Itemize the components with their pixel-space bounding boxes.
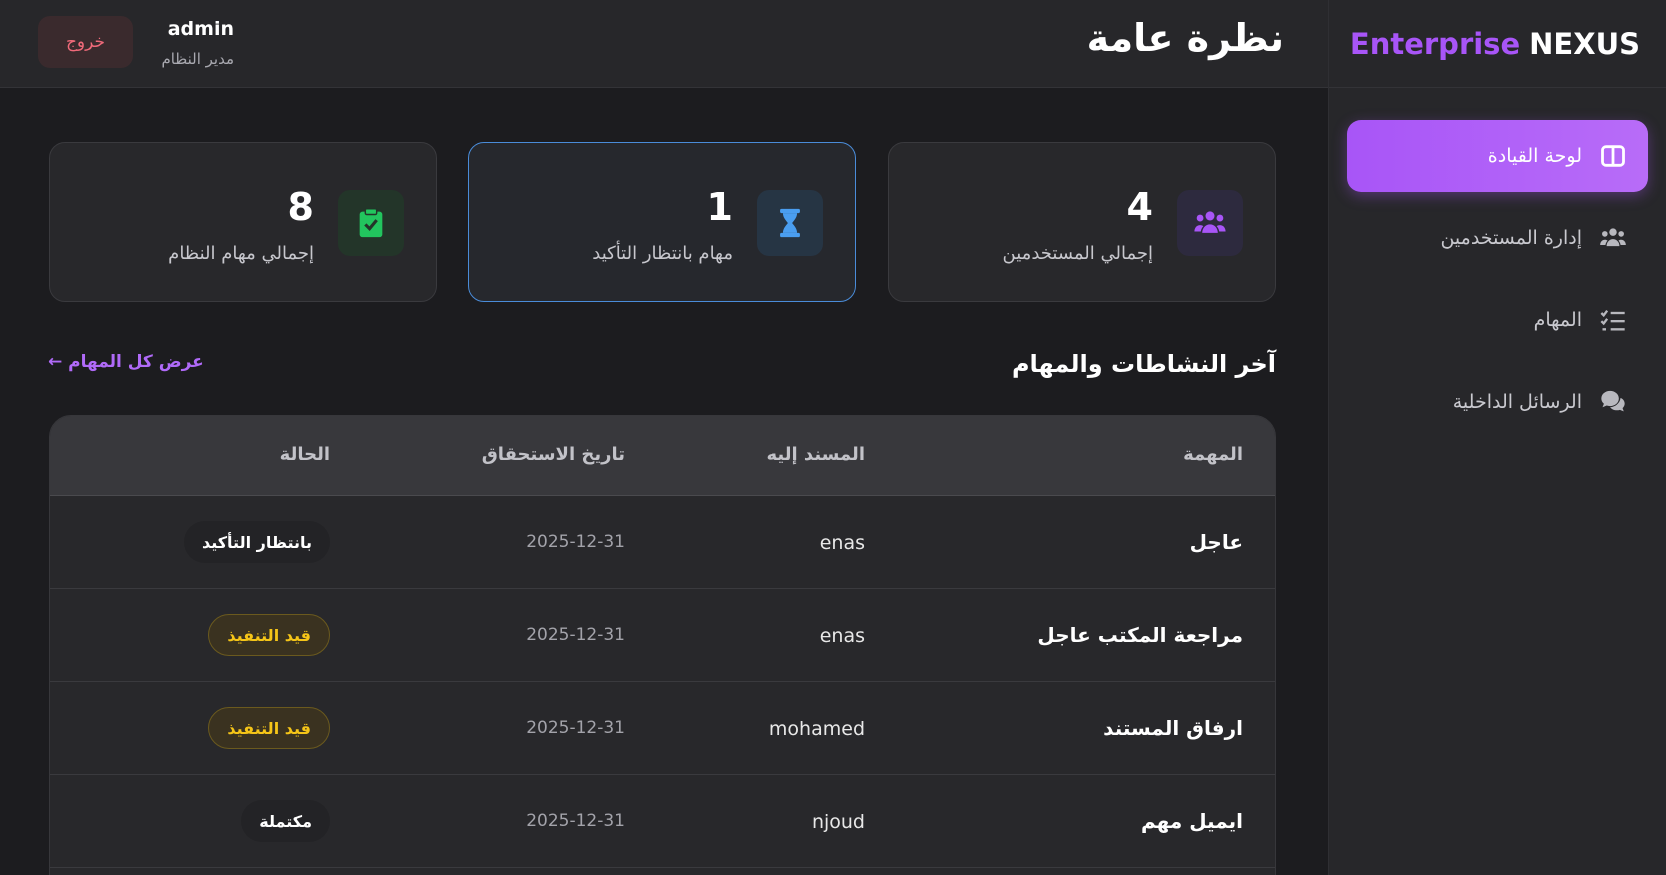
table-header: المهمة المسند إليه تاريخ الاستحقاق الحال…	[50, 416, 1275, 496]
task-name: مراجعة المكتب عاجل	[1037, 623, 1243, 647]
user-name: admin	[167, 18, 234, 40]
sidebar-item-users[interactable]: إدارة المستخدمين	[1347, 202, 1648, 274]
stat-card-pending[interactable]: 1 مهام بانتظار التأكيد	[468, 142, 856, 302]
stat-label: إجمالي مهام النظام	[168, 243, 314, 264]
table-row[interactable]: ارفاق المستند mohamed 2025-12-31 قيد الت…	[50, 682, 1275, 775]
table-row[interactable]: مراجعة المكتب عاجل enas 2025-12-31 قيد ا…	[50, 589, 1275, 682]
section-title: آخر النشاطات والمهام	[1011, 350, 1276, 378]
task-assignee: njoud	[811, 811, 865, 833]
task-due-date: 2025-12-31	[526, 718, 625, 738]
top-header: نظرة عامة خروج admin مدير النظام	[0, 0, 1328, 88]
stat-card-total-tasks[interactable]: 8 إجمالي مهام النظام	[49, 142, 437, 302]
column-header-task[interactable]: المهمة	[1183, 444, 1243, 465]
sidebar-item-label: الرسائل الداخلية	[1452, 391, 1582, 413]
sidebar-item-label: لوحة القيادة	[1487, 145, 1582, 167]
sidebar-nav: لوحة القيادة إدارة المستخدمين المهام الر…	[1329, 88, 1666, 438]
sidebar-item-messages[interactable]: الرسائل الداخلية	[1347, 366, 1648, 438]
stat-value: 8	[287, 185, 314, 229]
task-assignee: enas	[819, 625, 865, 647]
stat-label: إجمالي المستخدمين	[1002, 243, 1153, 264]
column-header-status[interactable]: الحالة	[280, 444, 330, 465]
tasks-list-icon	[1598, 305, 1628, 335]
table-row[interactable]: عاجل enas 2025-12-31 بانتظار التأكيد	[50, 496, 1275, 589]
user-role: مدير النظام	[161, 50, 234, 68]
column-header-assignee[interactable]: المسند إليه	[766, 444, 865, 465]
task-due-date: 2025-12-31	[526, 532, 625, 552]
task-assignee: enas	[819, 532, 865, 554]
table-row[interactable]: ايميل مهم njoud 2025-12-31 مكتملة	[50, 775, 1275, 868]
task-due-date: 2025-12-31	[526, 811, 625, 831]
stat-value: 4	[1126, 185, 1153, 229]
view-all-tasks-link[interactable]: ← عرض كل المهام	[48, 352, 204, 372]
status-badge: قيد التنفيذ	[208, 707, 330, 749]
stat-card-users[interactable]: 4 إجمالي المستخدمين	[888, 142, 1276, 302]
sidebar: Enterprise NEXUS لوحة القيادة إدارة المس…	[1328, 0, 1666, 875]
sidebar-item-label: المهام	[1533, 309, 1582, 331]
logout-button[interactable]: خروج	[38, 16, 133, 68]
hourglass-icon	[757, 190, 823, 256]
task-name: ايميل مهم	[1140, 809, 1243, 833]
status-badge: مكتملة	[241, 800, 330, 842]
dashboard-icon	[1598, 141, 1628, 171]
brand-word-nexus: NEXUS	[1529, 26, 1640, 61]
users-icon	[1177, 190, 1243, 256]
status-badge: بانتظار التأكيد	[183, 521, 330, 563]
task-name: عاجل	[1189, 530, 1243, 554]
column-header-due-date[interactable]: تاريخ الاستحقاق	[482, 444, 625, 465]
status-badge: قيد التنفيذ	[208, 614, 330, 656]
clipboard-check-icon	[338, 190, 404, 256]
page-title: نظرة عامة	[1086, 16, 1284, 60]
sidebar-item-label: إدارة المستخدمين	[1440, 227, 1582, 249]
task-assignee: mohamed	[768, 718, 865, 740]
stat-label: مهام بانتظار التأكيد	[592, 243, 733, 264]
task-name: ارفاق المستند	[1103, 716, 1243, 740]
users-icon	[1598, 223, 1628, 253]
stat-value: 1	[706, 185, 733, 229]
task-due-date: 2025-12-31	[526, 625, 625, 645]
chat-icon	[1598, 387, 1628, 417]
activity-table: المهمة المسند إليه تاريخ الاستحقاق الحال…	[49, 415, 1276, 875]
sidebar-item-dashboard[interactable]: لوحة القيادة	[1347, 120, 1648, 192]
sidebar-item-tasks[interactable]: المهام	[1347, 284, 1648, 356]
brand-logo: Enterprise NEXUS	[1329, 0, 1666, 88]
brand-word-enterprise: Enterprise	[1349, 26, 1521, 61]
